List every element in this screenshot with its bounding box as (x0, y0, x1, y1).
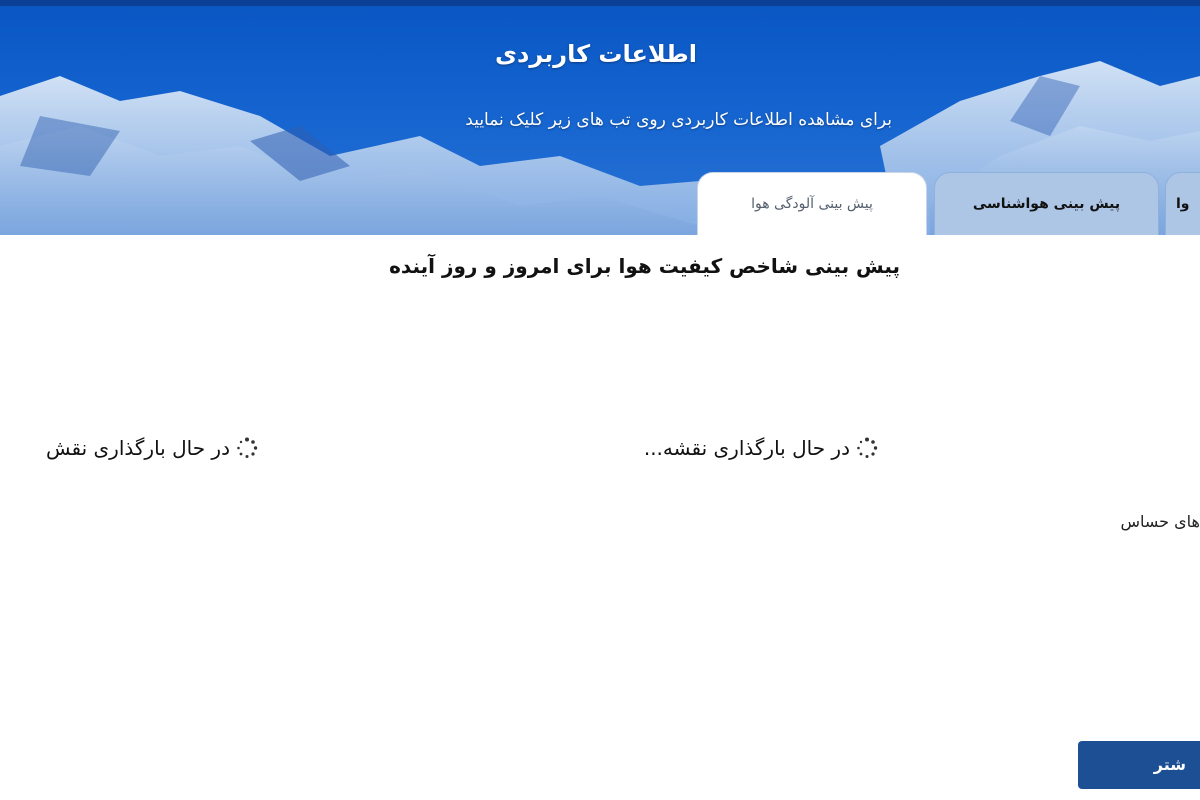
page: اطلاعات کاربردی برای مشاهده اطلاعات کارب… (0, 0, 1200, 800)
content-heading: پیش بینی شاخص کیفیت هوا برای امروز و روز… (389, 254, 900, 278)
more-button[interactable]: شتر (1078, 741, 1200, 789)
page-title-text: اطلاعات کاربردی (495, 40, 697, 68)
map-loading-indicator-2: در حال بارگذاری نقش (46, 436, 258, 460)
tab-partial[interactable]: وا (1165, 172, 1200, 235)
loading-text: در حال بارگذاری نقشه... (643, 436, 850, 460)
map-loading-indicator: در حال بارگذاری نقشه... (644, 436, 878, 460)
loading-text: در حال بارگذاری نقش (45, 436, 230, 460)
page-title: اطلاعات کاربردی (0, 40, 1200, 68)
spinner-icon (857, 437, 878, 458)
spinner-icon (237, 437, 258, 458)
page-subtitle: برای مشاهده اطلاعات کاربردی روی تب های ز… (465, 110, 892, 130)
tab-air-pollution-forecast[interactable]: پیش بینی آلودگی هوا (697, 172, 927, 235)
sensitive-groups-text: های حساس (1120, 512, 1200, 531)
tab-weather-forecast[interactable]: پیش بینی هواشناسی (934, 172, 1159, 235)
